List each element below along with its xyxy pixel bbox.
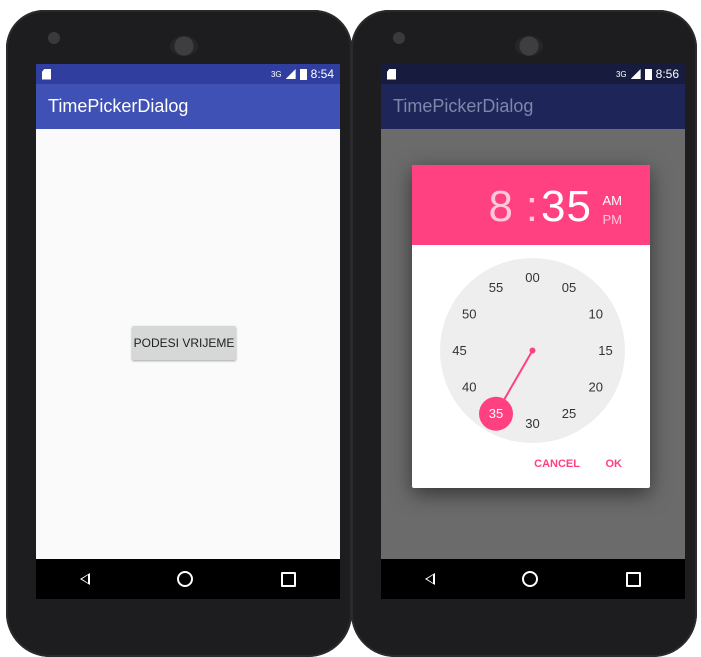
nav-back-icon[interactable]: [79, 573, 90, 585]
dialog-actions: CANCEL OK: [412, 444, 650, 488]
battery-icon: [644, 68, 652, 80]
sd-card-icon: [387, 68, 396, 80]
clock-label-20[interactable]: 20: [588, 380, 602, 395]
cancel-button[interactable]: CANCEL: [528, 454, 586, 474]
navigation-bar: [36, 559, 340, 599]
app-title: TimePickerDialog: [393, 96, 534, 116]
clock-label-25[interactable]: 25: [562, 406, 576, 421]
phone-right: 3G 8:56 TimePickerDialog 8 : 35 AM PM 00…: [351, 10, 697, 657]
clock-center-dot: [529, 347, 536, 354]
status-bar: 3G 8:54: [36, 64, 340, 84]
front-camera: [393, 32, 405, 44]
clock-label-55[interactable]: 55: [489, 280, 503, 295]
navigation-bar: [381, 559, 685, 599]
signal-icon: [630, 69, 641, 79]
nav-recents-icon[interactable]: [281, 571, 297, 587]
nav-back-icon[interactable]: [424, 573, 435, 585]
clock-label-50[interactable]: 50: [462, 307, 476, 322]
network-type: 3G: [270, 69, 282, 79]
battery-icon: [299, 68, 307, 80]
nav-home-icon[interactable]: [177, 571, 194, 587]
app-bar: TimePickerDialog: [36, 84, 340, 129]
minute-clock-face[interactable]: 00 05 10 15 20 25 30 35 40 45 50 55: [440, 258, 625, 443]
clock-label-40[interactable]: 40: [462, 380, 476, 395]
earpiece-speaker: [515, 36, 543, 56]
clock-label-30[interactable]: 30: [525, 416, 539, 431]
clock-label-35[interactable]: 35: [489, 406, 503, 421]
set-time-button[interactable]: PODESI VRIJEME: [132, 326, 236, 360]
clock-label-15[interactable]: 15: [598, 343, 612, 358]
nav-home-icon[interactable]: [522, 571, 539, 587]
clock-label-00[interactable]: 00: [525, 270, 539, 285]
clock-label-05[interactable]: 05: [562, 280, 576, 295]
time-separator: :: [525, 182, 538, 231]
status-bar: 3G 8:56: [381, 64, 685, 84]
signal-icon: [285, 69, 296, 79]
sd-card-icon: [42, 68, 51, 80]
ok-button[interactable]: OK: [600, 454, 629, 474]
status-time: 8:56: [655, 67, 679, 81]
clock-label-45[interactable]: 45: [452, 343, 466, 358]
time-picker-dialog: 8 : 35 AM PM 00 05 10 15 20 25 30 35 40 45 50 55 CA…: [412, 165, 650, 488]
clock-label-10[interactable]: 10: [588, 307, 602, 322]
am-toggle[interactable]: AM: [603, 193, 623, 208]
front-camera: [48, 32, 60, 44]
earpiece-speaker: [170, 36, 198, 56]
nav-recents-icon[interactable]: [626, 571, 642, 587]
status-time: 8:54: [310, 67, 334, 81]
minute-display[interactable]: 35: [541, 185, 592, 229]
app-bar: TimePickerDialog: [381, 84, 685, 129]
pm-toggle[interactable]: PM: [603, 212, 623, 227]
hour-display[interactable]: 8: [489, 185, 513, 229]
app-title: TimePickerDialog: [48, 96, 189, 116]
phone-left: 3G 8:54 TimePickerDialog PODESI VRIJEME: [6, 10, 352, 657]
network-type: 3G: [615, 69, 627, 79]
time-picker-header: 8 : 35 AM PM: [412, 165, 650, 245]
screen-right: 3G 8:56 TimePickerDialog 8 : 35 AM PM 00…: [381, 64, 685, 599]
screen-left: 3G 8:54 TimePickerDialog PODESI VRIJEME: [36, 64, 340, 599]
